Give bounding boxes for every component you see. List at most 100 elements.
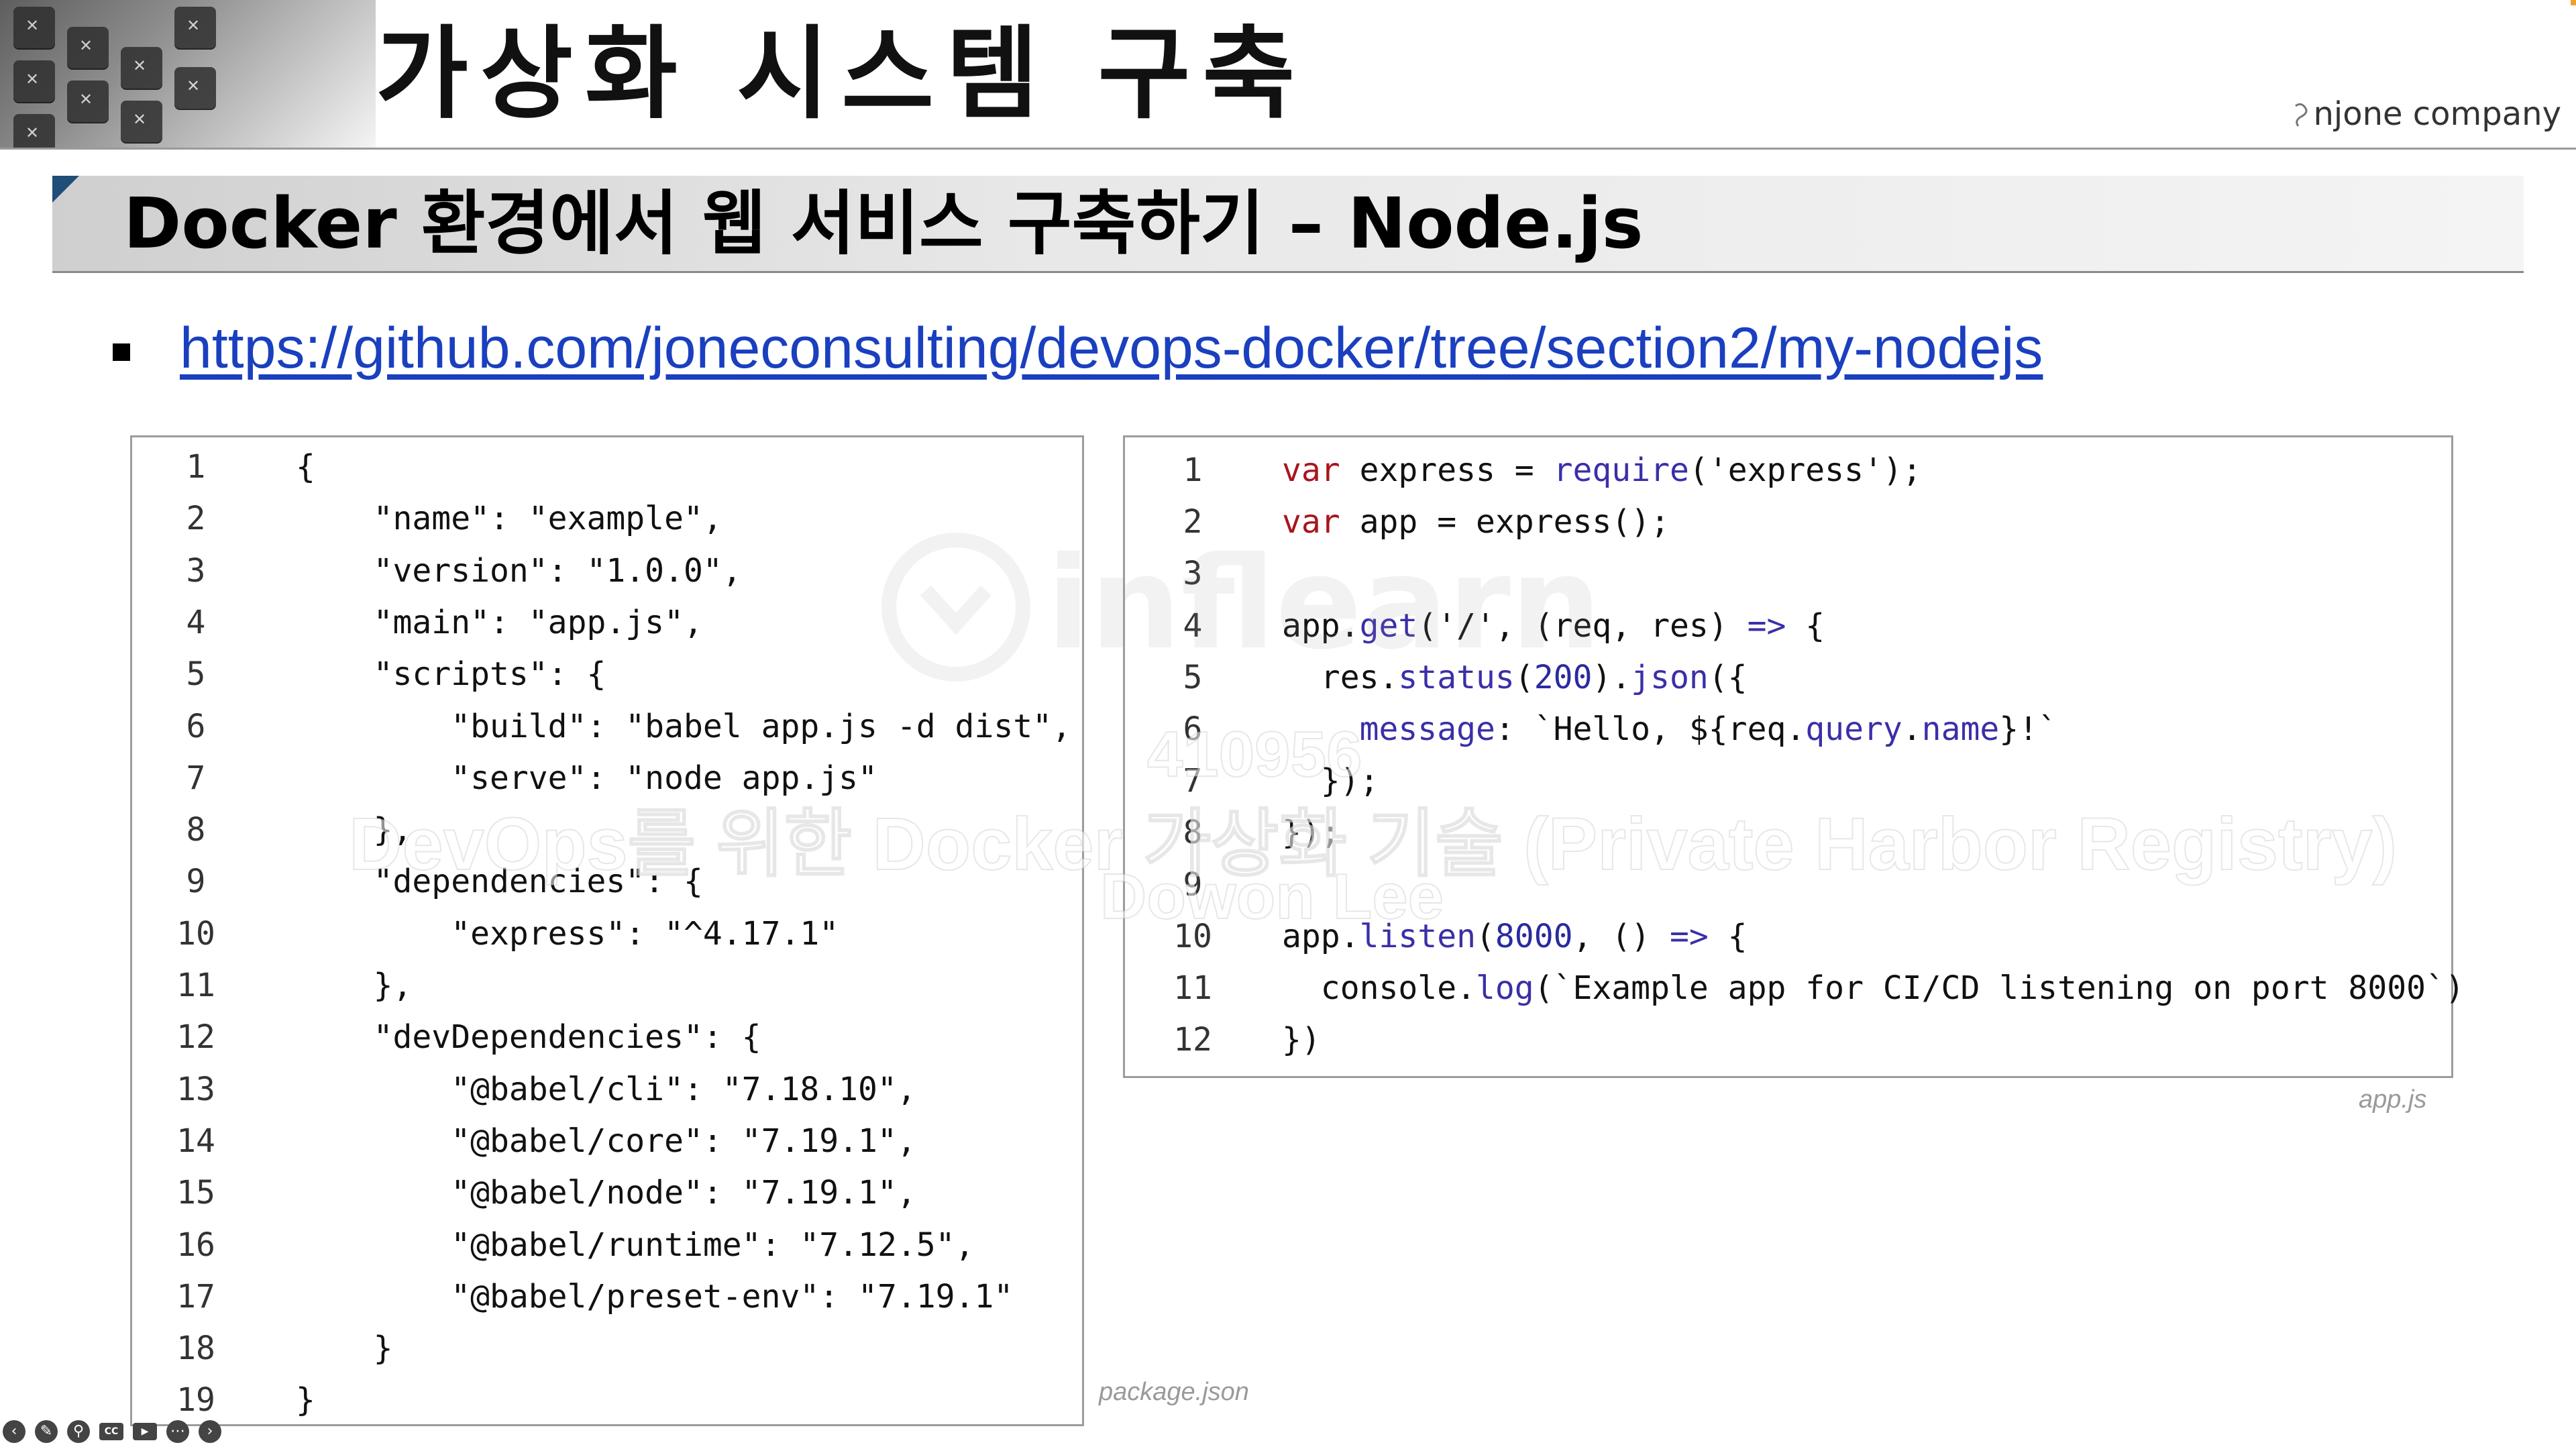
- back-icon[interactable]: ‹: [3, 1420, 25, 1443]
- code-line: 16 "@babel/runtime": "7.12.5",: [132, 1220, 1082, 1271]
- line-number: 4: [186, 603, 206, 641]
- code-text: res.status(200).json({: [1282, 658, 1748, 696]
- code-text: message: `Hello, ${req.query.name}!`: [1359, 710, 2057, 748]
- zoom-icon[interactable]: ⚲: [67, 1420, 90, 1443]
- code-text: "@babel/preset-env": "7.19.1": [296, 1277, 1014, 1316]
- line-number: 18: [176, 1330, 215, 1368]
- forward-icon[interactable]: ›: [199, 1420, 221, 1443]
- code-line: 2 "name": "example",: [132, 493, 1082, 545]
- code-line: 14 "@babel/core": "7.19.1",: [132, 1116, 1082, 1167]
- code-text: var express = require('express');: [1282, 451, 1922, 489]
- keyboard-key: ✕: [121, 101, 162, 142]
- brand-logo: njone company: [2292, 95, 2561, 133]
- code-line: 15 "@babel/node": "7.19.1",: [132, 1167, 1082, 1219]
- code-text: }: [296, 1381, 315, 1419]
- code-text: "express": "^4.17.1": [296, 914, 839, 953]
- line-number: 1: [186, 448, 206, 486]
- code-line: 17 "@babel/preset-env": "7.19.1": [132, 1271, 1082, 1323]
- line-number: 10: [1173, 917, 1212, 955]
- cc-icon[interactable]: CC: [99, 1423, 123, 1440]
- player-toolbar: ‹ ✎ ⚲ CC ▶ ⋯ ›: [3, 1417, 221, 1446]
- code-text: "@babel/core": "7.19.1",: [296, 1122, 916, 1160]
- code-text: "build": "babel app.js -d dist",: [296, 707, 1071, 745]
- code-line: 6 "build": "babel app.js -d dist",: [132, 701, 1082, 753]
- keyboard-key: ✕: [67, 27, 109, 68]
- keyboard-key: ✕: [13, 114, 55, 149]
- line-number: 11: [176, 967, 215, 1004]
- line-number: 16: [176, 1226, 215, 1264]
- subtitle-bar: Docker 환경에서 웹 서비스 구축하기 – Node.js: [52, 176, 2524, 273]
- code-line: 9: [1125, 859, 2451, 911]
- status-dot: [2571, 0, 2576, 5]
- line-number: 14: [176, 1122, 215, 1160]
- keyboard-key: ✕: [174, 7, 216, 48]
- code-line: 10 app.listen(8000, () => {: [1125, 911, 2451, 963]
- line-number: 2: [1183, 503, 1203, 541]
- code-line: 18 }: [132, 1323, 1082, 1375]
- code-text: "main": "app.js",: [296, 603, 703, 641]
- bullet-icon: [113, 343, 130, 361]
- line-number: 2: [186, 500, 206, 538]
- header-divider: [0, 148, 2576, 150]
- repo-link[interactable]: https://github.com/joneconsulting/devops…: [180, 315, 2043, 382]
- code-line: 12}): [1125, 1014, 2451, 1066]
- code-text: }): [1282, 1021, 1321, 1059]
- code-line: 9 "dependencies": {: [132, 856, 1082, 908]
- code-text: "@babel/runtime": "7.12.5",: [296, 1226, 975, 1264]
- camera-icon[interactable]: ▶: [133, 1423, 157, 1440]
- code-text: "serve": "node app.js": [296, 759, 877, 797]
- keyboard-key: ✕: [174, 67, 216, 109]
- line-number: 9: [1183, 865, 1203, 904]
- code-line: 6 message: `Hello, ${req.query.name}!`: [1125, 704, 2451, 755]
- keyboard-key: ✕: [121, 47, 162, 89]
- line-number: 5: [1183, 658, 1203, 696]
- package-json-panel: 1{2 "name": "example", 3 "version": "1.0.…: [130, 435, 1084, 1426]
- code-line: 1{: [132, 441, 1082, 493]
- code-text: "scripts": {: [296, 655, 606, 694]
- brand-icon: [2295, 103, 2308, 127]
- line-number: 8: [186, 811, 206, 849]
- line-number: 8: [1183, 814, 1203, 852]
- code-text: "@babel/node": "7.19.1",: [296, 1174, 916, 1212]
- header-keyboard-image: ✕ ✕ ✕ ✕ ✕ ✕ ✕ ✕ ✕: [0, 0, 376, 149]
- code-text: },: [296, 967, 413, 1004]
- line-number: 10: [176, 914, 215, 953]
- code-text: app.listen(8000, () => {: [1282, 917, 1748, 955]
- package-json-caption: package.json: [1099, 1378, 1249, 1406]
- line-number: 12: [176, 1018, 215, 1057]
- code-line: 3: [1125, 548, 2451, 600]
- code-line: 8 },: [132, 804, 1082, 856]
- code-line: 11 },: [132, 960, 1082, 1012]
- code-text: }: [296, 1330, 393, 1368]
- code-line: 8});: [1125, 807, 2451, 859]
- code-line: 1 var express = require('express');: [1125, 445, 2451, 496]
- line-number: 1: [1183, 451, 1203, 489]
- line-number: 15: [176, 1174, 215, 1212]
- line-number: 7: [1183, 762, 1203, 800]
- code-line: 13 "@babel/cli": "7.18.10",: [132, 1064, 1082, 1116]
- code-text: var app = express();: [1282, 503, 1670, 541]
- line-number: 6: [1183, 710, 1203, 748]
- more-icon[interactable]: ⋯: [166, 1420, 189, 1443]
- line-number: 11: [1173, 969, 1212, 1007]
- code-text: {: [296, 448, 315, 486]
- code-text: },: [296, 811, 413, 849]
- pen-icon[interactable]: ✎: [35, 1420, 58, 1443]
- line-number: 17: [176, 1277, 215, 1316]
- line-number: 13: [176, 1070, 215, 1108]
- subtitle-corner-marker: [52, 176, 79, 203]
- line-number: 3: [186, 551, 206, 590]
- code-text: "version": "1.0.0",: [296, 551, 742, 590]
- line-number: 12: [1173, 1021, 1212, 1059]
- code-line: 10 "express": "^4.17.1": [132, 908, 1082, 960]
- code-text: "dependencies": {: [296, 863, 703, 901]
- code-text: console.log(`Example app for CI/CD liste…: [1282, 969, 2465, 1007]
- code-line: 7 });: [1125, 755, 2451, 807]
- code-line: 2 var app = express();: [1125, 496, 2451, 548]
- app-js-caption: app.js: [2359, 1085, 2427, 1114]
- line-number: 9: [186, 863, 206, 901]
- page-title: 가상화 시스템 구축: [376, 16, 1307, 133]
- line-number: 4: [1183, 606, 1203, 645]
- code-line: 4 "main": "app.js",: [132, 597, 1082, 649]
- keyboard-key: ✕: [67, 80, 109, 122]
